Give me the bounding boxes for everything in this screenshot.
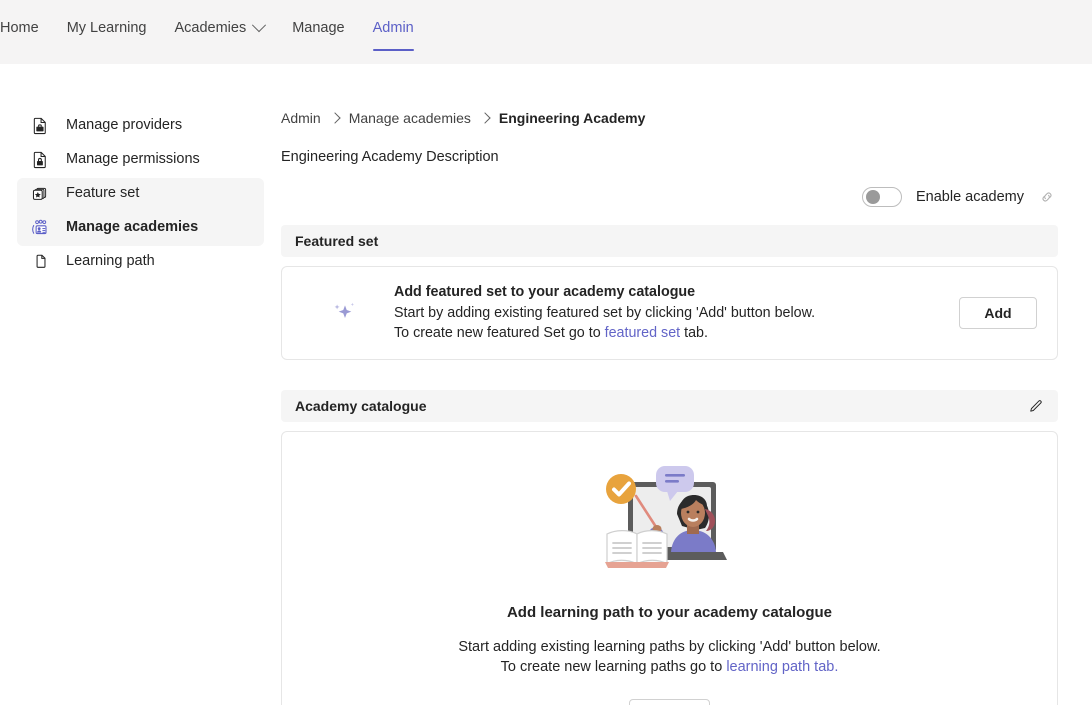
sidebar-item-label: Manage permissions (66, 151, 200, 167)
academy-catalogue-empty-card: Add learning path to your academy catalo… (281, 431, 1058, 705)
featured-set-section-header: Featured set (281, 225, 1058, 257)
academy-catalogue-header-label: Academy catalogue (295, 398, 427, 414)
breadcrumb-item-admin[interactable]: Admin (281, 110, 321, 126)
teacher-laptop-illustration (282, 462, 1057, 580)
sidebar-item-manage-academies[interactable]: Manage academies (0, 210, 281, 244)
nav-item-home[interactable]: Home (0, 14, 53, 42)
academy-catalogue-line-2: To create new learning paths go to learn… (282, 657, 1057, 677)
stacked-cards-star-icon (30, 183, 50, 203)
academy-catalogue-line-1: Start adding existing learning paths by … (458, 639, 881, 655)
nav-item-label: Academies (174, 20, 247, 36)
top-navigation-bar: Home My Learning Academies Manage Admin (0, 0, 1092, 64)
featured-set-line-2: To create new featured Set go to feature… (394, 323, 929, 343)
featured-set-header-label: Featured set (295, 233, 379, 249)
enable-academy-label: Enable academy (915, 189, 1024, 205)
page-body: Manage providers Manage permissions Feat… (0, 64, 1092, 705)
sidebar: Manage providers Manage permissions Feat… (0, 64, 281, 705)
page-icon (30, 251, 50, 271)
academy-catalogue-title: Add learning path to your academy catalo… (506, 604, 833, 621)
sidebar-item-learning-path[interactable]: Learning path (0, 244, 281, 278)
link-icon[interactable] (1038, 188, 1056, 206)
sidebar-item-label: Feature set (66, 185, 140, 201)
nav-item-label: My Learning (66, 20, 147, 36)
featured-set-add-button[interactable]: Add (959, 297, 1037, 329)
learning-path-tab-link[interactable]: learning path tab. (726, 659, 838, 675)
breadcrumb-item-current: Engineering Academy (498, 110, 646, 126)
sidebar-item-manage-permissions[interactable]: Manage permissions (0, 142, 281, 176)
academy-catalogue-section-header: Academy catalogue (281, 390, 1058, 422)
featured-set-line-2-prefix: To create new featured Set go to (394, 324, 605, 341)
sidebar-item-manage-providers[interactable]: Manage providers (0, 108, 281, 142)
sidebar-item-label: Manage academies (66, 219, 199, 235)
document-briefcase-icon (30, 115, 50, 135)
sparkle-icon (326, 295, 364, 331)
chevron-down-icon (252, 18, 267, 33)
featured-set-text-block: Add featured set to your academy catalog… (394, 284, 929, 343)
breadcrumb: Admin Manage academies Engineering Acade… (281, 110, 1058, 126)
sidebar-item-feature-set[interactable]: Feature set (0, 176, 281, 210)
featured-set-title: Add featured set to your academy catalog… (394, 283, 696, 300)
sidebar-item-label: Learning path (66, 253, 155, 269)
document-lock-icon (30, 149, 50, 169)
sidebar-item-label: Manage providers (66, 117, 183, 133)
featured-set-line-1: Start by adding existing featured set by… (394, 304, 816, 321)
enable-academy-row: Enable academy (281, 187, 1058, 207)
nav-item-label: Home (0, 20, 39, 36)
nav-item-academies[interactable]: Academies (160, 14, 278, 42)
academy-catalogue-add-button[interactable]: + Add (629, 699, 710, 705)
featured-set-empty-card: Add featured set to your academy catalog… (281, 266, 1058, 360)
academy-description: Engineering Academy Description (281, 149, 499, 165)
nav-item-label: Manage (292, 20, 345, 36)
main-content: Admin Manage academies Engineering Acade… (281, 64, 1092, 705)
enable-academy-toggle[interactable] (861, 187, 902, 207)
nav-item-manage[interactable]: Manage (278, 14, 358, 42)
nav-item-admin[interactable]: Admin (359, 14, 428, 51)
featured-set-line-2-suffix: tab. (680, 324, 708, 341)
breadcrumb-item-manage-academies[interactable]: Manage academies (349, 110, 471, 126)
people-group-icon (30, 217, 50, 237)
breadcrumb-separator-icon (479, 112, 491, 124)
toggle-knob (865, 190, 880, 204)
featured-set-link[interactable]: featured set (605, 325, 681, 341)
academy-catalogue-add-button-wrap: + Add (282, 699, 1057, 705)
academy-catalogue-line-2-prefix: To create new learning paths go to (500, 659, 727, 675)
pencil-edit-icon[interactable] (1027, 398, 1044, 415)
sidebar-items: Manage providers Manage permissions Feat… (0, 108, 281, 278)
top-nav-items: Home My Learning Academies Manage Admin (0, 0, 428, 64)
nav-item-label: Admin (372, 20, 414, 36)
breadcrumb-separator-icon (329, 112, 341, 124)
nav-item-my-learning[interactable]: My Learning (53, 14, 161, 42)
active-tab-indicator (372, 49, 414, 51)
